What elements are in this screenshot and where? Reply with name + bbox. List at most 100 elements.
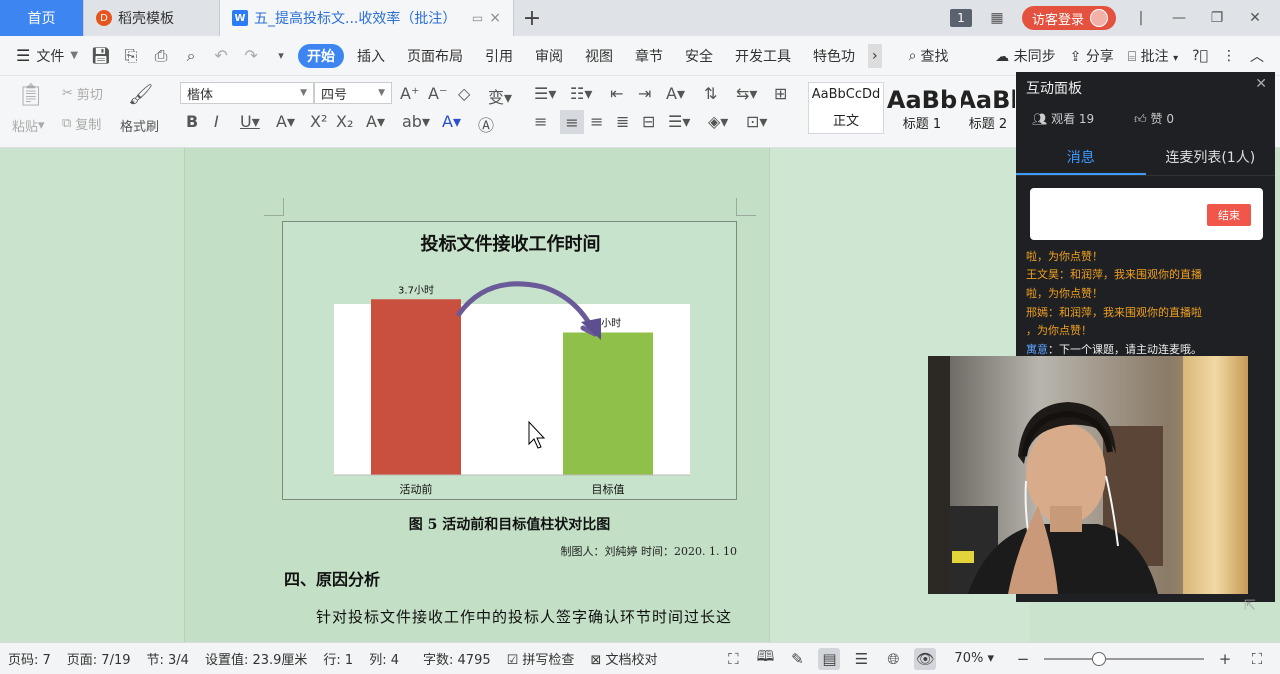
tab-document[interactable]: W 五_提高投标文...收效率（批注） ▭ ×	[220, 0, 514, 36]
menu-item-security[interactable]: 安全	[676, 44, 722, 68]
style-heading-1[interactable]: AaBb 标题 1	[884, 82, 960, 134]
format-painter-icon[interactable]: 🖌︎	[128, 82, 153, 106]
highlight-icon[interactable]: ab▾	[402, 112, 430, 131]
chart-frame[interactable]: 投标文件接收工作时间 3.7小时 活动前 3小时 目标值	[282, 221, 737, 500]
menu-item-features[interactable]: 特色功	[804, 44, 864, 68]
search-button[interactable]: ⌕ 查找	[900, 44, 958, 68]
bullet-list-icon[interactable]: ☰▾	[534, 84, 556, 103]
save-icon[interactable]: 💾︎	[88, 43, 114, 69]
file-menu[interactable]: ☰ 文件 ▼	[10, 46, 84, 66]
close-window-icon[interactable]: ✕	[1242, 10, 1268, 26]
status-page-code[interactable]: 页码: 7	[0, 649, 59, 668]
window-count-badge[interactable]: 1	[949, 9, 972, 27]
table-border-icon[interactable]: ⊡▾	[746, 112, 767, 131]
paste-button[interactable]: 粘贴 ▾	[12, 116, 45, 135]
share-button[interactable]: ⇪ 分享	[1070, 46, 1114, 66]
fit-page-icon[interactable]: ⛶	[1246, 648, 1268, 670]
distribute-icon[interactable]: ⊟	[642, 112, 655, 131]
shrink-font-icon[interactable]: A⁻	[428, 84, 447, 103]
shading-icon[interactable]: ◈▾	[708, 112, 728, 131]
zoom-slider-handle[interactable]	[1092, 651, 1106, 666]
align-right-icon[interactable]: ≡	[590, 112, 603, 131]
more-icon[interactable]: ⋮	[1222, 48, 1236, 64]
customize-dropdown-icon[interactable]: ▾	[268, 43, 294, 69]
paragraph-spacing-icon[interactable]: ☰▾	[668, 112, 690, 131]
new-tab-button[interactable]: +	[514, 0, 550, 36]
bold-icon[interactable]: B	[186, 112, 198, 131]
status-pages[interactable]: 页面: 7/19	[59, 649, 139, 668]
decrease-indent-icon[interactable]: ⇤	[610, 84, 623, 103]
paste-icon[interactable]: 📋︎	[14, 82, 48, 108]
menu-item-insert[interactable]: 插入	[348, 44, 394, 68]
style-normal[interactable]: AaBbCcDd 正文	[808, 82, 884, 134]
superscript-icon[interactable]: X²	[310, 112, 327, 131]
text-effect-icon[interactable]: A▾	[366, 112, 385, 131]
likes-stat[interactable]: 👍︎ 赞 0	[1134, 110, 1174, 127]
close-tab-icon[interactable]: ×	[489, 10, 501, 26]
redo-icon[interactable]: ↷	[238, 43, 264, 69]
menu-scroll-right[interactable]: ›	[868, 43, 882, 68]
italic-icon[interactable]: I	[214, 112, 219, 131]
web-view-icon[interactable]: 🌐︎	[882, 648, 904, 670]
status-section[interactable]: 节: 3/4	[139, 649, 197, 668]
align-left-icon[interactable]: ≡	[534, 112, 547, 131]
zoom-out-icon[interactable]: −	[1012, 648, 1034, 670]
restore-icon[interactable]: ❐	[1204, 10, 1230, 26]
export-icon[interactable]: ⎘	[118, 43, 144, 69]
tab-lianmai[interactable]: 连麦列表(1人)	[1146, 144, 1276, 175]
close-icon[interactable]: ✕	[1255, 76, 1267, 92]
outline-view-icon[interactable]: ☰	[850, 648, 872, 670]
zoom-level[interactable]: 70% ▾	[946, 651, 1002, 666]
comment-button[interactable]: ⌸ 批注 ▾	[1128, 46, 1178, 66]
status-row[interactable]: 行: 1	[315, 649, 361, 668]
sync-button[interactable]: ☁ 未同步	[995, 46, 1055, 66]
print-icon[interactable]: ⎙	[148, 43, 174, 69]
zoom-slider[interactable]	[1044, 651, 1204, 666]
status-word-count[interactable]: 字数: 4795	[415, 649, 499, 668]
increase-indent-icon[interactable]: ⇥	[638, 84, 651, 103]
zoom-in-icon[interactable]: +	[1214, 648, 1236, 670]
collapse-ribbon-icon[interactable]: ︿	[1250, 46, 1264, 66]
status-setting[interactable]: 设置值: 23.9厘米	[197, 649, 315, 668]
tab-home[interactable]: 首页	[0, 0, 84, 36]
menu-item-review[interactable]: 审阅	[526, 44, 572, 68]
edit-mode-icon[interactable]: ✎	[786, 648, 808, 670]
menu-item-start[interactable]: 开始	[298, 43, 345, 68]
grid-icon[interactable]: ▦	[984, 10, 1010, 26]
eye-protection-icon[interactable]: 👁︎	[914, 647, 937, 670]
undo-icon[interactable]: ↶	[208, 43, 234, 69]
cut-button[interactable]: ✂ 剪切	[62, 84, 103, 103]
body-paragraph[interactable]: 针对投标文件接收工作中的投标人签字确认环节时间过长这一主要症结，小组成员采用头脑…	[284, 598, 738, 642]
subscript-icon[interactable]: X₂	[336, 112, 353, 131]
end-button[interactable]: 结束	[1207, 204, 1251, 226]
minimize-icon[interactable]: —	[1166, 10, 1192, 26]
style-heading-2[interactable]: AaBl 标题 2	[960, 82, 1016, 134]
print-preview-icon[interactable]: ⌕	[178, 43, 204, 69]
grow-font-icon[interactable]: A⁺	[400, 84, 419, 103]
fullscreen-icon[interactable]: ⛶	[722, 648, 744, 670]
external-link-icon[interactable]: ⇱	[1244, 598, 1256, 614]
font-name-select[interactable]: 楷体 ▼	[180, 82, 314, 104]
strikethrough-icon[interactable]: A▾	[276, 112, 295, 131]
format-painter-button[interactable]: 格式刷	[120, 116, 159, 135]
monitor-icon[interactable]: ▭	[472, 11, 483, 25]
char-spacing-icon[interactable]: A▾	[666, 84, 685, 103]
clear-format-icon[interactable]: ◇	[458, 84, 470, 103]
numbered-list-icon[interactable]: ☷▾	[570, 84, 592, 103]
line-spacing-icon[interactable]: ⇆▾	[736, 84, 757, 103]
menu-item-developer[interactable]: 开发工具	[726, 44, 800, 68]
menu-item-view[interactable]: 视图	[576, 44, 622, 68]
guest-login-button[interactable]: 访客登录	[1021, 6, 1116, 30]
tab-template[interactable]: D 稻壳模板	[84, 0, 220, 36]
sort-icon[interactable]: ⇅	[704, 84, 717, 103]
justify-icon[interactable]: ≣	[616, 112, 629, 131]
align-center-icon[interactable]: ≡	[560, 110, 584, 134]
help-icon[interactable]: ?⃝	[1192, 48, 1208, 64]
menu-item-page-layout[interactable]: 页面布局	[398, 44, 472, 68]
page-view-icon[interactable]: ▤	[818, 647, 841, 670]
tab-messages[interactable]: 消息	[1016, 144, 1146, 175]
status-col[interactable]: 列: 4	[361, 649, 407, 668]
doc-proof-button[interactable]: ⊠ 文档校对	[582, 649, 665, 668]
phonetic-icon[interactable]: 变▾	[488, 84, 512, 108]
copy-button[interactable]: ⧉ 复制	[62, 114, 101, 133]
